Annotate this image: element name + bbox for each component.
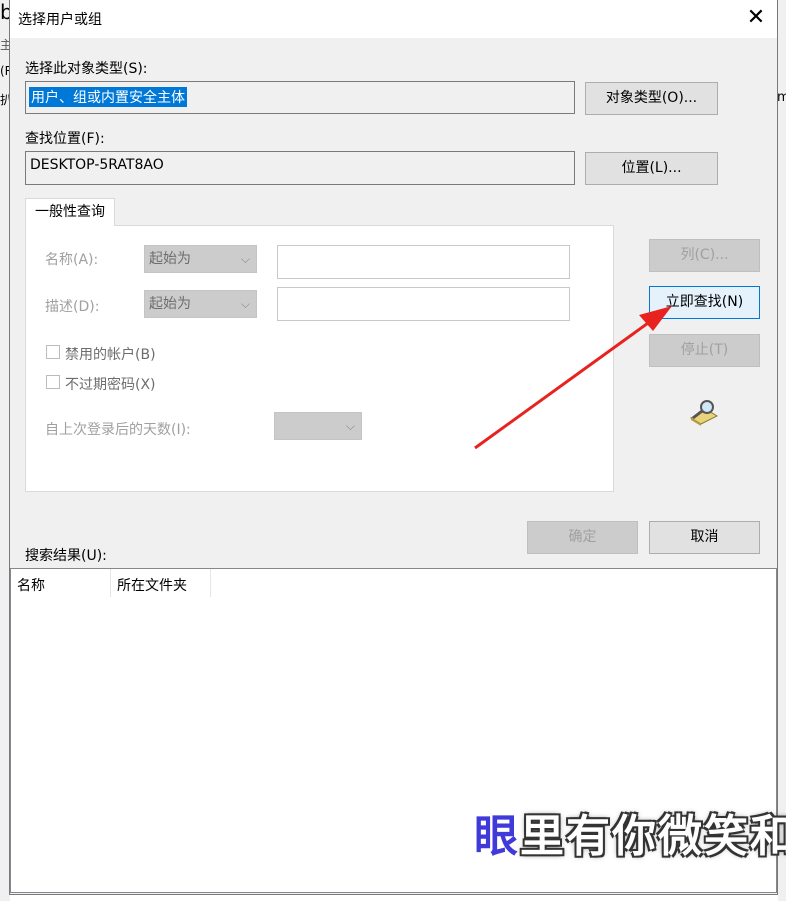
watermark-first-char: 眼 [474, 811, 520, 862]
red-arrow-annotation [474, 306, 672, 450]
watermark-rest: 里有你微笑和 [520, 811, 786, 862]
watermark-text: 眼里有你微笑和 [474, 800, 786, 864]
arrow-shaft [474, 316, 656, 450]
